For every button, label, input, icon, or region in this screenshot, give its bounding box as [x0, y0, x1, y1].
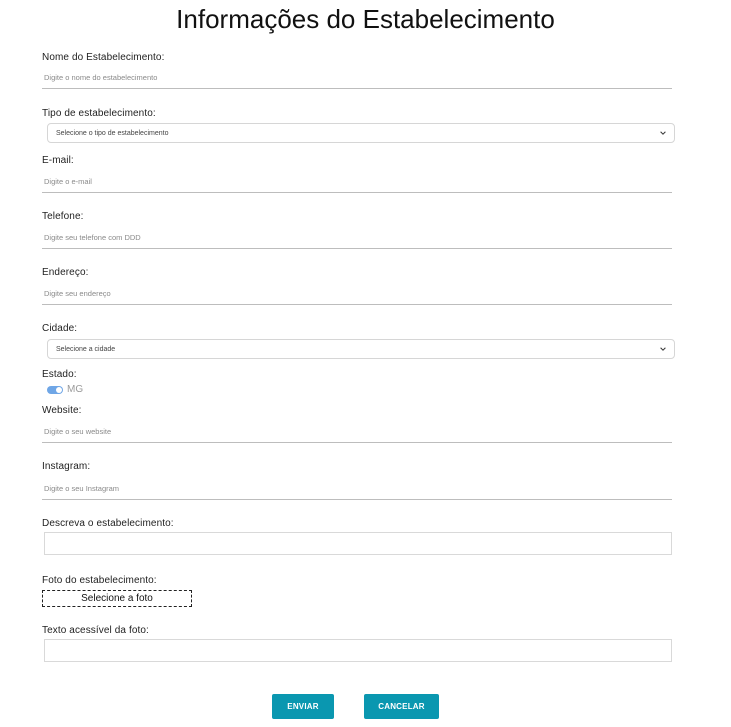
estado-toggle-group: MG [47, 384, 83, 395]
website-label: Website: [42, 405, 82, 416]
nome-label: Nome do Estabelecimento: [42, 52, 165, 63]
texto-foto-input[interactable] [44, 639, 672, 662]
tipo-select[interactable]: Selecione o tipo de estabelecimento [47, 123, 675, 143]
telefone-input[interactable] [42, 227, 672, 249]
instagram-label: Instagram: [42, 461, 91, 472]
chevron-down-icon [660, 347, 666, 351]
telefone-label: Telefone: [42, 211, 84, 222]
foto-label: Foto do estabelecimento: [42, 575, 157, 586]
cidade-select-value: Selecione a cidade [56, 345, 116, 353]
descricao-input[interactable] [44, 532, 672, 555]
select-photo-button[interactable]: Selecione a foto [42, 590, 192, 607]
submit-button[interactable]: ENVIAR [272, 694, 334, 719]
chevron-down-icon [660, 131, 666, 135]
email-input[interactable] [42, 171, 672, 193]
endereco-input[interactable] [42, 283, 672, 305]
instagram-input[interactable] [42, 478, 672, 500]
estado-toggle[interactable] [47, 385, 63, 394]
tipo-select-value: Selecione o tipo de estabelecimento [56, 129, 169, 137]
endereco-label: Endereço: [42, 267, 89, 278]
website-input[interactable] [42, 421, 672, 443]
cancel-button[interactable]: CANCELAR [364, 694, 439, 719]
tipo-label: Tipo de estabelecimento: [42, 108, 156, 119]
nome-input[interactable] [42, 67, 672, 89]
estado-label: Estado: [42, 369, 77, 380]
page-title: Informações do Estabelecimento [176, 4, 555, 34]
cidade-label: Cidade: [42, 323, 78, 334]
texto-foto-label: Texto acessível da foto: [42, 625, 149, 636]
cidade-select[interactable]: Selecione a cidade [47, 339, 675, 359]
estado-value: MG [67, 384, 84, 395]
descricao-label: Descreva o estabelecimento: [42, 518, 174, 529]
email-label: E-mail: [42, 155, 74, 166]
toggle-knob [56, 386, 62, 393]
